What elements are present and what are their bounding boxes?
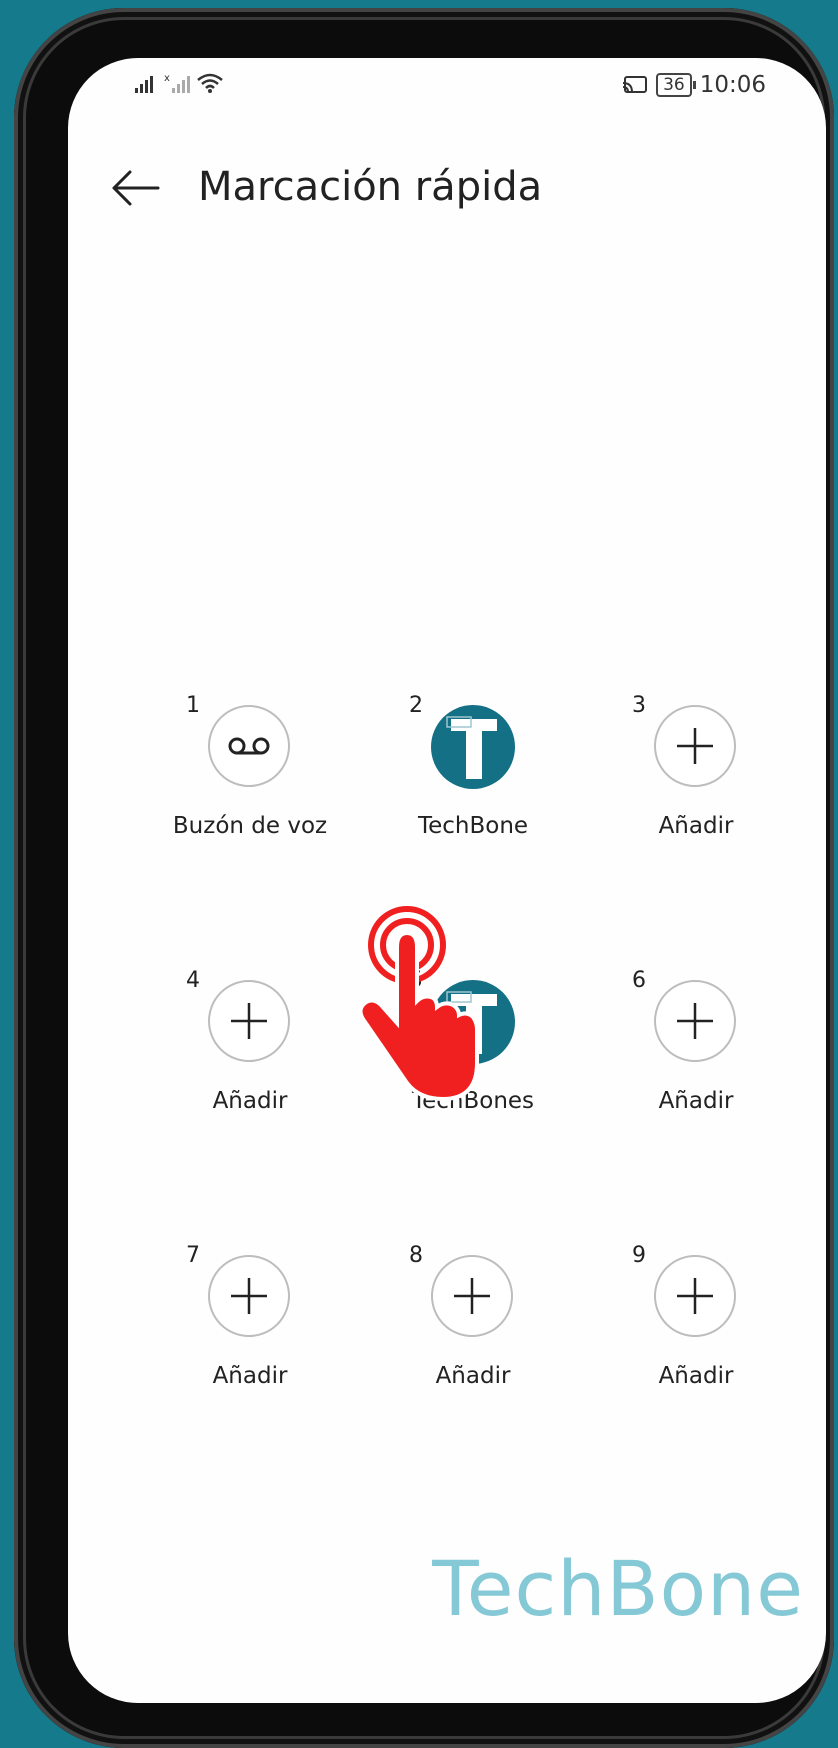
add-button[interactable] (431, 1255, 513, 1337)
slot-label: Añadir (658, 813, 734, 839)
signal-no-service-icon: x (164, 73, 190, 93)
cast-icon (623, 76, 648, 93)
speed-dial-slot-6[interactable]: 6 Añadir (596, 968, 796, 1128)
page-title: Marcación rápida (198, 164, 543, 210)
add-button[interactable] (654, 980, 736, 1062)
plus-icon (454, 1278, 490, 1314)
signal-icon (135, 76, 153, 93)
slot-number: 3 (632, 693, 646, 718)
slot-number: 8 (409, 1243, 423, 1268)
status-bar: x 36 10:06 (68, 58, 826, 118)
add-button[interactable] (654, 705, 736, 787)
app-header: Marcación rápida (68, 148, 826, 228)
arrow-left-icon[interactable] (110, 168, 160, 208)
techbone-logo-icon (446, 716, 497, 779)
slot-number: 6 (632, 968, 646, 993)
speed-dial-slot-9[interactable]: 9 Añadir (596, 1243, 796, 1403)
watermark: TechBone (432, 1544, 804, 1633)
speed-dial-slot-2[interactable]: 2 TechBone (373, 693, 573, 853)
pointing-hand-icon (358, 906, 479, 1102)
voicemail-icon (228, 737, 270, 755)
svg-text:x: x (164, 73, 170, 84)
slot-number: 9 (632, 1243, 646, 1268)
battery-icon: 36 (656, 73, 696, 97)
speed-dial-slot-8[interactable]: 8 Añadir (373, 1243, 573, 1403)
slot-number: 2 (409, 693, 423, 718)
plus-icon (677, 1278, 713, 1314)
slot-label: Añadir (658, 1088, 734, 1114)
slot-label: Añadir (212, 1363, 288, 1389)
slot-label: TechBone (417, 813, 529, 839)
slot-label: Añadir (435, 1363, 511, 1389)
slot-label: Añadir (212, 1088, 288, 1114)
slot-number: 1 (186, 693, 200, 718)
speed-dial-slot-4[interactable]: 4 Añadir (150, 968, 350, 1128)
speed-dial-slot-1[interactable]: 1 Buzón de voz (150, 693, 350, 853)
add-button[interactable] (208, 980, 290, 1062)
wifi-icon (197, 73, 223, 93)
contact-avatar[interactable] (431, 705, 515, 789)
slot-number: 7 (186, 1243, 200, 1268)
slot-label: Añadir (658, 1363, 734, 1389)
screen: x 36 10:06 Marcación rápida 1 Buzón de v… (68, 58, 826, 1703)
add-button[interactable] (208, 1255, 290, 1337)
plus-icon (677, 728, 713, 764)
plus-icon (231, 1003, 267, 1039)
add-button[interactable] (654, 1255, 736, 1337)
plus-icon (231, 1278, 267, 1314)
voicemail-button[interactable] (208, 705, 290, 787)
slot-label: Buzón de voz (172, 813, 328, 839)
plus-icon (677, 1003, 713, 1039)
clock: 10:06 (699, 72, 766, 98)
speed-dial-slot-7[interactable]: 7 Añadir (150, 1243, 350, 1403)
slot-number: 4 (186, 968, 200, 993)
phone-frame: x 36 10:06 Marcación rápida 1 Buzón de v… (14, 8, 834, 1748)
speed-dial-slot-3[interactable]: 3 Añadir (596, 693, 796, 853)
status-right: 36 10:06 (622, 72, 766, 98)
signal-indicators: x (134, 72, 224, 94)
